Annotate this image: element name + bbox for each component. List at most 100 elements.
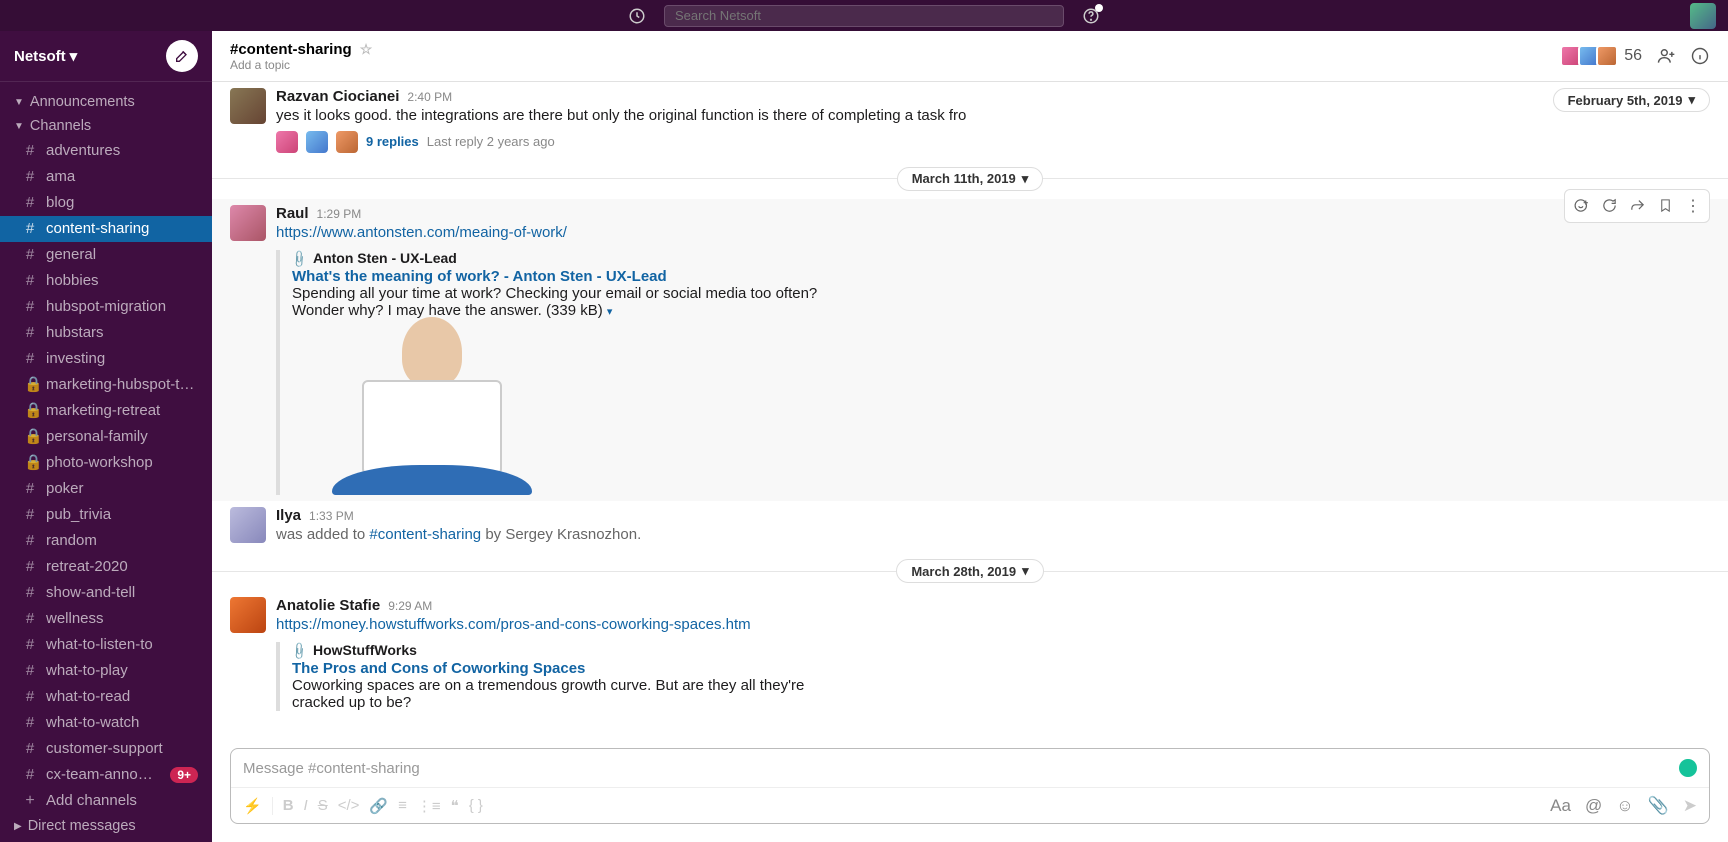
channel-mention[interactable]: #content-sharing (369, 526, 481, 543)
info-icon[interactable] (1690, 46, 1710, 66)
expand-preview-icon[interactable]: ▾ (607, 306, 613, 318)
hash-icon: # (24, 608, 36, 630)
compose-button[interactable] (166, 40, 198, 72)
italic-icon[interactable]: I (304, 797, 308, 814)
message-time[interactable]: 9:29 AM (388, 599, 432, 613)
message-link[interactable]: https://money.howstuffworks.com/pros-and… (276, 616, 751, 633)
link-icon[interactable]: 🔗 (369, 797, 388, 815)
history-icon[interactable] (628, 7, 646, 25)
search-input[interactable] (675, 8, 1053, 23)
sidebar-channel-marketing-retreat[interactable]: 🔒marketing-retreat (0, 398, 212, 424)
sidebar-channel-adventures[interactable]: #adventures (0, 138, 212, 164)
hash-icon: # (24, 192, 36, 214)
react-icon[interactable] (1567, 192, 1595, 220)
sidebar-channel-retreat-2020[interactable]: #retreat-2020 (0, 554, 212, 580)
sidebar-channel-what-to-read[interactable]: #what-to-read (0, 684, 212, 710)
channel-name[interactable]: #content-sharing (230, 41, 352, 58)
sidebar-channel-wellness[interactable]: #wellness (0, 606, 212, 632)
preview-title[interactable]: The Pros and Cons of Coworking Spaces (292, 660, 1710, 677)
author-avatar[interactable] (230, 88, 266, 124)
sidebar-channel-content-sharing[interactable]: #content-sharing (0, 216, 212, 242)
sidebar-channel-general[interactable]: #general (0, 242, 212, 268)
quote-icon[interactable]: ❝ (451, 797, 459, 815)
emoji-icon[interactable]: ☺ (1616, 796, 1633, 816)
member-list-button[interactable]: 56 (1564, 45, 1642, 67)
author-name[interactable]: Razvan Ciocianei (276, 88, 399, 105)
sidebar-channel-hobbies[interactable]: #hobbies (0, 268, 212, 294)
date-divider[interactable]: March 28th, 2019▾ (896, 559, 1043, 583)
message-time[interactable]: 1:29 PM (317, 207, 362, 221)
member-count: 56 (1624, 47, 1642, 65)
section-announcements[interactable]: ▼Announcements (0, 90, 212, 114)
ul-icon[interactable]: ⋮≡ (417, 797, 441, 815)
sidebar-channel-pub_trivia[interactable]: #pub_trivia (0, 502, 212, 528)
sidebar-channel-photo-workshop[interactable]: 🔒photo-workshop (0, 450, 212, 476)
sidebar-channel-random[interactable]: #random (0, 528, 212, 554)
share-icon[interactable] (1623, 192, 1651, 220)
date-divider[interactable]: March 11th, 2019▾ (897, 167, 1044, 191)
author-avatar[interactable] (230, 597, 266, 633)
replies-count: 9 replies (366, 134, 419, 149)
sidebar-channel-poker[interactable]: #poker (0, 476, 212, 502)
add-people-icon[interactable] (1656, 46, 1676, 66)
channel-topic[interactable]: Add a topic (230, 58, 372, 72)
author-avatar[interactable] (230, 205, 266, 241)
workspace-switcher[interactable]: Netsoft ▾ (14, 47, 77, 65)
sidebar-channel-hubstars[interactable]: #hubstars (0, 320, 212, 346)
sidebar-channel-what-to-play[interactable]: #what-to-play (0, 658, 212, 684)
section-channels[interactable]: ▼Channels (0, 114, 212, 138)
user-avatar[interactable] (1690, 3, 1716, 29)
message-time[interactable]: 2:40 PM (407, 90, 452, 104)
lock-icon: 🔒 (24, 426, 36, 448)
sidebar-channel-cx-team-announcem-[interactable]: #cx-team-announcem...9+ (0, 762, 212, 788)
message-text: yes it looks good. the integrations are … (276, 105, 1710, 127)
author-avatar[interactable] (230, 507, 266, 543)
channel-label: content-sharing (46, 218, 198, 240)
author-name[interactable]: Raul (276, 205, 309, 222)
mention-icon[interactable]: @ (1585, 796, 1602, 816)
bookmark-icon[interactable] (1651, 192, 1679, 220)
sidebar-channel-personal-family[interactable]: 🔒personal-family (0, 424, 212, 450)
sidebar-channel-customer-support[interactable]: #customer-support (0, 736, 212, 762)
sidebar-channel-investing[interactable]: #investing (0, 346, 212, 372)
star-icon[interactable]: ☆ (360, 41, 373, 58)
sidebar-channel-blog[interactable]: #blog (0, 190, 212, 216)
message-list[interactable]: Razvan Ciocianei 2:40 PM yes it looks goo… (212, 82, 1728, 748)
preview-title[interactable]: What's the meaning of work? - Anton Sten… (292, 268, 1710, 285)
hash-icon: # (24, 504, 36, 526)
author-name[interactable]: Anatolie Stafie (276, 597, 380, 614)
reply-avatar (276, 131, 298, 153)
sidebar-channel-what-to-watch[interactable]: #what-to-watch (0, 710, 212, 736)
search-bar[interactable] (664, 5, 1064, 27)
grammarly-icon[interactable] (1679, 759, 1697, 777)
more-icon[interactable]: ⋮ (1679, 192, 1707, 220)
help-icon[interactable] (1082, 7, 1100, 25)
date-jump-button[interactable]: February 5th, 2019▾ (1553, 88, 1710, 112)
sidebar-channel-what-to-listen-to[interactable]: #what-to-listen-to (0, 632, 212, 658)
format-toggle-icon[interactable]: Aa (1550, 796, 1571, 816)
thread-icon[interactable] (1595, 192, 1623, 220)
channel-label: hubspot-migration (46, 296, 198, 318)
workspace-header: Netsoft ▾ (0, 31, 212, 82)
send-icon[interactable]: ➤ (1683, 796, 1697, 816)
workspace-name: Netsoft (14, 48, 66, 65)
add-channels[interactable]: +Add channels (0, 788, 212, 814)
ol-icon[interactable]: ≡ (398, 797, 407, 814)
attach-icon[interactable]: 📎 (1648, 796, 1669, 816)
bold-icon[interactable]: B (283, 797, 294, 814)
code-icon[interactable]: </> (338, 797, 360, 814)
sidebar-channel-marketing-hubspot-transiti-[interactable]: 🔒marketing-hubspot-transiti... (0, 372, 212, 398)
codeblock-icon[interactable]: { } (469, 797, 483, 814)
lightning-icon[interactable]: ⚡ (243, 797, 262, 815)
sidebar-channel-hubspot-migration[interactable]: #hubspot-migration (0, 294, 212, 320)
thread-link[interactable]: 9 replies Last reply 2 years ago (276, 131, 1710, 153)
section-dms[interactable]: ▶Direct messages (0, 814, 212, 838)
strike-icon[interactable]: S (318, 797, 328, 814)
composer-input[interactable] (243, 760, 1679, 777)
sidebar-channel-ama[interactable]: #ama (0, 164, 212, 190)
message-link[interactable]: https://www.antonsten.com/meaing-of-work… (276, 224, 567, 241)
message-time[interactable]: 1:33 PM (309, 509, 354, 523)
sidebar-channel-show-and-tell[interactable]: #show-and-tell (0, 580, 212, 606)
author-name[interactable]: Ilya (276, 507, 301, 524)
preview-image[interactable] (292, 325, 572, 495)
